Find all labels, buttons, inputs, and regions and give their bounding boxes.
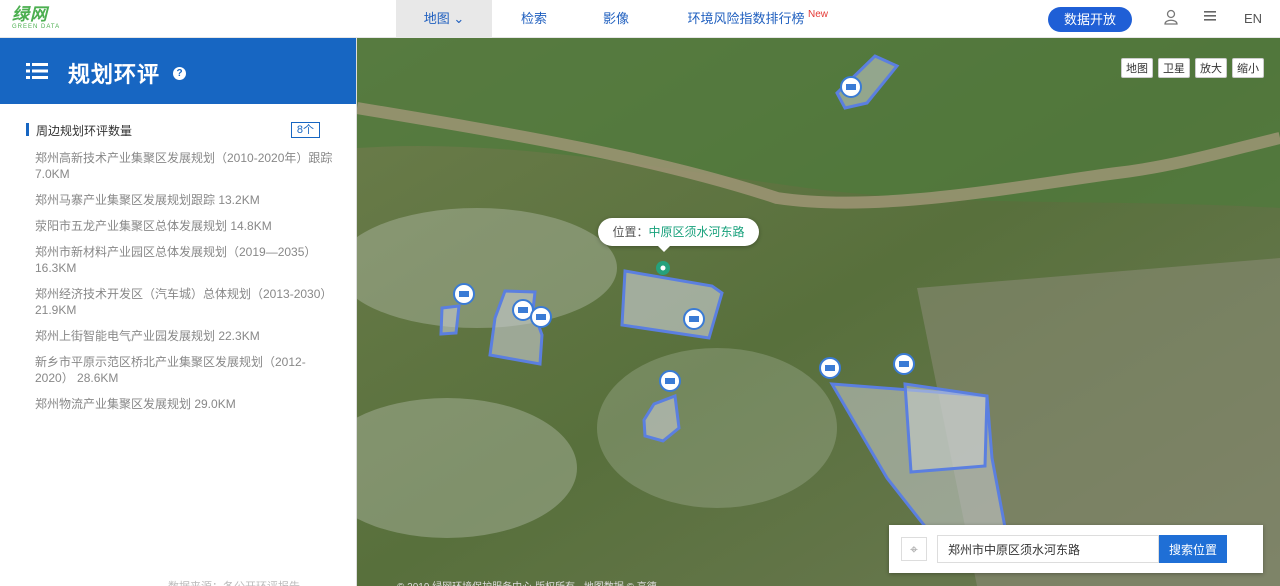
popup-location: 中原区须水河东路 [648, 225, 745, 239]
menu-icon[interactable] [1203, 9, 1217, 27]
plan-item[interactable]: 新乡市平原示范区桥北产业集聚区发展规划（2012-2020） 28.6KM [35, 354, 335, 386]
plan-item[interactable]: 郑州马寨产业集聚区发展规划跟踪 13.2KM [35, 192, 335, 208]
map-mode-button[interactable]: 地图 [1121, 58, 1153, 78]
map-footer: © 2019 绿网环境保护服务中心 版权所有 · 地图数据 © 高德 [397, 578, 657, 586]
nav-risk-ranking-label: 环境风险指数排行榜 [687, 11, 805, 26]
location-search: ⌖ 搜索位置 [889, 525, 1263, 573]
plan-item[interactable]: 荥阳市五龙产业集聚区总体发展规划 14.8KM [35, 218, 335, 234]
list-icon [26, 62, 48, 80]
plan-item[interactable]: 郑州高新技术产业集聚区发展规划（2010-2020年）跟踪 7.0KM [35, 150, 335, 182]
new-badge: New [808, 9, 829, 20]
section-marker [26, 123, 29, 136]
top-nav: 绿网 GREEN DATA 地图 ⌄ 检索 影像 环境风险指数排行榜 New 数… [0, 0, 1280, 38]
zoom-out-button[interactable]: 缩小 [1232, 58, 1264, 78]
logo-subtext: GREEN DATA [12, 24, 61, 30]
map-controls: 地图 卫星 放大 缩小 [1121, 58, 1264, 78]
plan-list: 郑州高新技术产业集聚区发展规划（2010-2020年）跟踪 7.0KM 郑州马寨… [35, 150, 335, 422]
open-data-button[interactable]: 数据开放 [1048, 7, 1132, 32]
nav-risk-ranking[interactable]: 环境风险指数排行榜 [686, 0, 806, 38]
language-toggle[interactable]: EN [1244, 11, 1262, 26]
sidebar: 规划环评 ? 周边规划环评数量 8个 郑州高新技术产业集聚区发展规划（2010-… [0, 38, 357, 586]
sidebar-title: 规划环评 [68, 62, 161, 87]
logo-text: 绿网 [12, 5, 48, 24]
section-label: 周边规划环评数量 [36, 124, 133, 138]
nav-search[interactable]: 检索 [506, 0, 562, 38]
plan-item[interactable]: 郑州经济技术开发区（汽车城）总体规划（2013-2030） 21.9KM [35, 286, 335, 318]
plan-item[interactable]: 郑州物流产业集聚区发展规划 29.0KM [35, 396, 335, 412]
location-popup: 位置：中原区须水河东路 [598, 218, 759, 252]
nav-imagery[interactable]: 影像 [588, 0, 644, 38]
sidebar-header: 规划环评 ? [0, 38, 356, 104]
plan-item[interactable]: 郑州市新材料产业园区总体发展规划（2019—2035） 16.3KM [35, 244, 335, 276]
satellite-mode-button[interactable]: 卫星 [1158, 58, 1190, 78]
plan-item[interactable]: 郑州上街智能电气产业园发展规划 22.3KM [35, 328, 335, 344]
map-view[interactable]: 地图 卫星 放大 缩小 位置：中原区须水河东路 ⌖ 搜索位置 © 2019 绿网… [357, 38, 1280, 586]
count-badge: 8个 [290, 122, 320, 138]
zoom-in-button[interactable]: 放大 [1195, 58, 1227, 78]
user-icon[interactable] [1164, 9, 1178, 29]
nav-map[interactable]: 地图 ⌄ [396, 0, 492, 38]
sidebar-footer: 数据来源：各公开环评报告 [168, 578, 300, 586]
popup-prefix: 位置： [612, 225, 649, 239]
logo[interactable]: 绿网 GREEN DATA [12, 6, 60, 31]
satellite-imagery [357, 38, 1280, 586]
search-location-button[interactable]: 搜索位置 [1159, 535, 1227, 563]
locate-icon[interactable]: ⌖ [901, 537, 927, 561]
help-icon[interactable]: ? [173, 67, 186, 80]
location-input[interactable] [937, 535, 1159, 563]
section-header: 周边规划环评数量 8个 [26, 122, 320, 138]
